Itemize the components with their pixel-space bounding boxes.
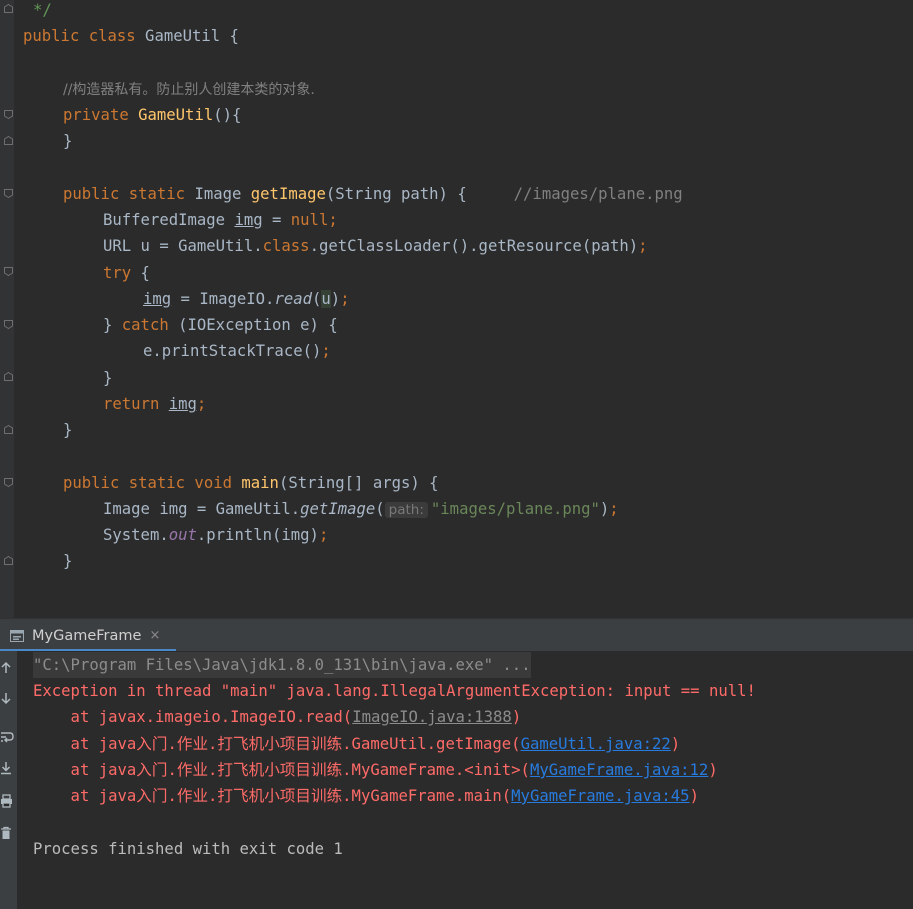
- run-panel-header: MyGameFrame ×: [0, 618, 913, 651]
- code-line: }: [63, 421, 73, 439]
- code-line: System.out.println(img);: [103, 526, 329, 544]
- run-tab-label: MyGameFrame: [32, 627, 142, 644]
- console-icon: [10, 629, 24, 642]
- scroll-to-end-icon[interactable]: [0, 761, 14, 775]
- code-line: }: [103, 369, 113, 387]
- fold-marker-icon[interactable]: [4, 4, 13, 13]
- fold-marker-icon[interactable]: [4, 425, 13, 434]
- stack-trace-link[interactable]: MyGameFrame.java:45: [511, 787, 689, 805]
- console-command-line: "C:\Program Files\Java\jdk1.8.0_131\bin\…: [33, 652, 531, 678]
- code-line: Image img = GameUtil.getImage(path: "imag…: [103, 500, 619, 518]
- code-line: URL u = GameUtil.class.getClassLoader().…: [103, 237, 648, 255]
- console-exit-line: Process finished with exit code 1: [33, 840, 343, 858]
- parameter-hint: path:: [384, 502, 428, 518]
- code-line: try {: [103, 264, 150, 282]
- fold-marker-icon[interactable]: [4, 110, 13, 119]
- up-arrow-icon[interactable]: [0, 660, 14, 674]
- console-exception-line: Exception in thread "main" java.lang.Ill…: [33, 682, 756, 700]
- print-icon[interactable]: [0, 794, 14, 808]
- code-line: img = ImageIO.read(u);: [143, 290, 350, 308]
- soft-wrap-icon[interactable]: [0, 730, 14, 744]
- code-line: }: [63, 132, 73, 150]
- code-line: //构造器私有。防止别人创建本类的对象.: [63, 82, 315, 98]
- code-line: e.printStackTrace();: [143, 342, 331, 360]
- fold-marker-icon[interactable]: [4, 267, 13, 276]
- code-line: }: [63, 552, 73, 570]
- fold-marker-icon[interactable]: [4, 556, 13, 565]
- fold-marker-icon[interactable]: [4, 320, 13, 329]
- code-line: BufferedImage img = null;: [103, 211, 338, 229]
- code-line: public static Image getImage(String path…: [63, 185, 683, 203]
- run-console[interactable]: "C:\Program Files\Java\jdk1.8.0_131\bin\…: [0, 651, 913, 909]
- code-line: private GameUtil(){: [63, 106, 242, 124]
- code-line: return img;: [103, 395, 207, 413]
- fold-marker-icon[interactable]: [4, 372, 13, 381]
- stack-trace-line: at java入门.作业.打飞机小项目训练.MyGameFrame.main(M…: [33, 787, 699, 805]
- down-arrow-icon[interactable]: [0, 692, 14, 706]
- stack-trace-link[interactable]: MyGameFrame.java:12: [530, 761, 708, 779]
- stack-trace-line: at java入门.作业.打飞机小项目训练.MyGameFrame.<init>…: [33, 761, 718, 779]
- console-toolbar: [0, 651, 17, 909]
- trash-icon[interactable]: [0, 826, 14, 840]
- run-tab-mygameframe[interactable]: MyGameFrame ×: [0, 619, 160, 652]
- stack-trace-line: at javax.imageio.ImageIO.read(ImageIO.ja…: [33, 708, 522, 726]
- code-line: } catch (IOException e) {: [103, 316, 338, 334]
- code-editor[interactable]: */ public class GameUtil { //构造器私有。防止别人创…: [0, 0, 913, 618]
- code-line: public class GameUtil {: [23, 27, 239, 45]
- fold-marker-icon[interactable]: [4, 478, 13, 487]
- code-line: public static void main(String[] args) {: [63, 474, 439, 492]
- fold-marker-icon[interactable]: [4, 189, 13, 198]
- stack-trace-link[interactable]: ImageIO.java:1388: [352, 708, 512, 726]
- stack-trace-link[interactable]: GameUtil.java:22: [521, 735, 671, 753]
- editor-gutter: [0, 0, 14, 618]
- code-line: */: [33, 1, 52, 19]
- stack-trace-line: at java入门.作业.打飞机小项目训练.GameUtil.getImage(…: [33, 735, 681, 753]
- close-icon[interactable]: ×: [149, 628, 160, 643]
- fold-marker-icon[interactable]: [4, 136, 13, 145]
